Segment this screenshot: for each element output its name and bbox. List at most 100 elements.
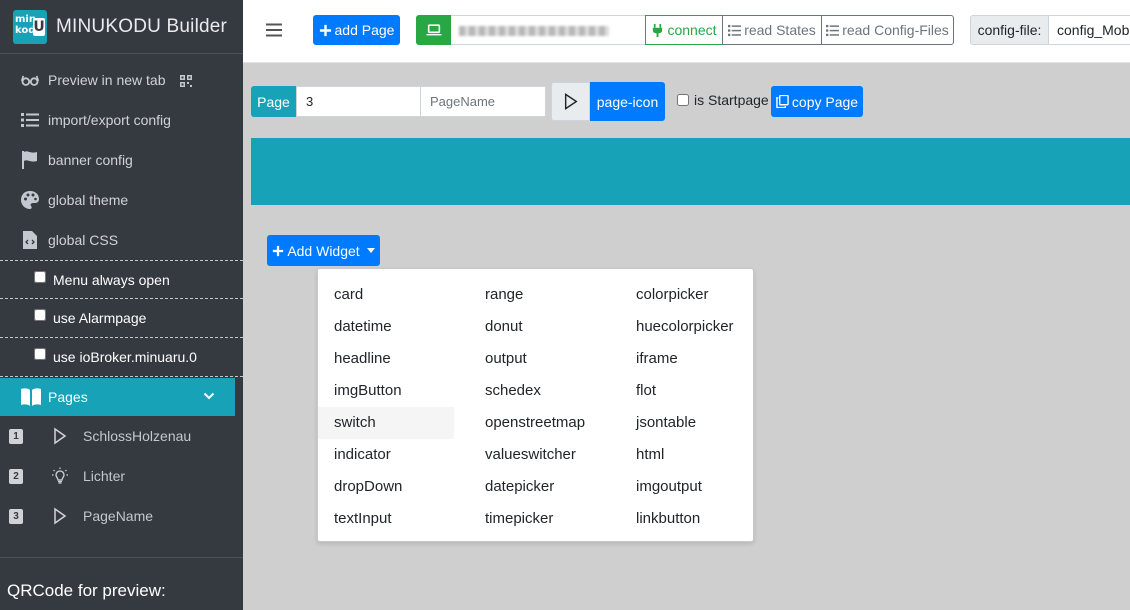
widget-menu-item[interactable]: schedex — [469, 375, 605, 407]
page-number-badge: 2 — [9, 468, 23, 484]
lightbulb-icon — [51, 467, 69, 485]
glasses-icon — [20, 70, 40, 90]
config-file-select[interactable]: config_Mobi — [1048, 15, 1130, 45]
sidebar-item-import-export[interactable]: import/export config — [0, 100, 243, 140]
page-icon-preview — [551, 82, 590, 121]
divider — [0, 557, 243, 558]
menu-always-open-option: Menu always open — [0, 260, 243, 299]
widget-menu-item[interactable]: flot — [620, 375, 756, 407]
sidebar-item-global-theme[interactable]: global theme — [0, 180, 243, 220]
use-alarmpage-checkbox[interactable] — [34, 309, 46, 321]
page-number-input[interactable]: 3 — [296, 86, 421, 117]
page-name: SchlossHolzenau — [83, 428, 192, 444]
use-iobroker-option: use ioBroker.minuaru.0 — [0, 338, 243, 377]
widget-menu-item[interactable]: textInput — [318, 503, 454, 535]
top-navbar: add Page connect read States read Config… — [243, 0, 1130, 63]
page-name: PageName — [83, 508, 154, 524]
sidebar: min kod U MINUKODU Builder Preview in ne… — [0, 0, 243, 610]
page-name: Lichter — [83, 468, 126, 484]
plus-icon — [273, 245, 284, 256]
qrcode-icon — [179, 74, 192, 87]
widget-menu-item[interactable]: donut — [469, 311, 605, 343]
sidebar-item-label: banner config — [48, 152, 133, 168]
play-outline-icon — [51, 507, 69, 525]
sidebar-item-pages[interactable]: Pages — [0, 378, 235, 416]
widget-menu-item[interactable]: timepicker — [469, 503, 605, 535]
read-states-button[interactable]: read States — [722, 15, 822, 45]
widget-menu-item[interactable]: html — [620, 439, 756, 471]
page-name-input[interactable]: PageName — [420, 86, 546, 117]
book-open-icon — [21, 388, 41, 406]
widget-menu-item[interactable]: iframe — [620, 343, 756, 375]
widget-menu-item[interactable]: indicator — [318, 439, 454, 471]
page-list-item[interactable]: 2 Lichter — [0, 456, 243, 496]
page-icon-button[interactable]: page-icon — [590, 82, 665, 121]
sidebar-item-label: Preview in new tab — [48, 72, 166, 88]
config-file-label: config-file: — [970, 15, 1049, 45]
widget-menu-item[interactable]: huecolorpicker — [620, 311, 756, 343]
widget-column-3: colorpicker huecolorpicker iframe flot jsont… — [620, 279, 756, 535]
is-startpage-option: is Startpage — [677, 92, 769, 108]
widget-menu-item[interactable]: openstreetmap — [469, 407, 605, 439]
menu-always-open-checkbox[interactable] — [34, 270, 46, 283]
widget-menu-item[interactable]: linkbutton — [620, 503, 756, 535]
widget-menu-item[interactable]: imgButton — [318, 375, 454, 407]
use-iobroker-checkbox[interactable] — [34, 348, 46, 360]
add-page-button[interactable]: add Page — [313, 15, 400, 45]
page-list-item[interactable]: 1 SchlossHolzenau — [0, 416, 243, 456]
use-alarmpage-option: use Alarmpage — [0, 299, 243, 338]
page-label: Page — [251, 86, 296, 117]
widget-menu-item[interactable]: valueswitcher — [469, 439, 605, 471]
qrcode-title: QRCode for preview: — [7, 581, 166, 600]
sidebar-item-banner-config[interactable]: banner config — [0, 140, 243, 180]
brand[interactable]: min kod U MINUKODU Builder — [0, 0, 243, 54]
list-icon — [20, 110, 40, 130]
widget-menu-item[interactable]: range — [469, 279, 605, 311]
caret-down-icon — [366, 248, 375, 253]
sidebar-item-global-css[interactable]: global CSS — [0, 220, 243, 260]
url-blurred-text — [459, 26, 609, 36]
widget-menu-item[interactable]: switch — [318, 407, 454, 439]
page-banner — [251, 138, 1130, 205]
widget-menu-item[interactable]: imgoutput — [620, 471, 756, 503]
list-icon — [728, 24, 742, 36]
widget-menu-item[interactable]: output — [469, 343, 605, 375]
chevron-down-icon — [203, 392, 215, 400]
app-title: MINUKODU Builder — [56, 15, 228, 37]
plus-icon — [319, 24, 331, 36]
laptop-icon — [425, 23, 442, 35]
server-url-input[interactable] — [451, 15, 646, 45]
read-config-files-button[interactable]: read Config-Files — [821, 15, 954, 45]
page-number-badge: 1 — [9, 428, 23, 444]
palette-icon — [20, 190, 40, 210]
add-widget-button[interactable]: Add Widget — [267, 235, 380, 266]
widget-menu-item[interactable]: headline — [318, 343, 454, 375]
sidebar-item-label: global theme — [48, 192, 129, 208]
add-widget-dropdown: card datetime headline imgButton switch indic… — [317, 268, 754, 542]
hamburger-menu-icon[interactable] — [266, 22, 282, 38]
file-code-icon — [20, 230, 40, 250]
widget-menu-item[interactable]: datepicker — [469, 471, 605, 503]
page-number-badge: 3 — [9, 508, 23, 524]
is-startpage-checkbox[interactable] — [677, 94, 689, 106]
widget-menu-item[interactable]: card — [318, 279, 454, 311]
widget-column-1: card datetime headline imgButton switch indic… — [318, 279, 454, 535]
sidebar-item-preview[interactable]: Preview in new tab — [0, 60, 243, 100]
page-list-item[interactable]: 3 PageName — [0, 496, 243, 536]
sidebar-item-label: global CSS — [48, 232, 119, 248]
widget-menu-item[interactable]: datetime — [318, 311, 454, 343]
brand-logo: min kod U — [13, 9, 47, 44]
play-outline-icon — [564, 93, 578, 110]
copy-icon — [776, 95, 789, 108]
widget-menu-item[interactable]: colorpicker — [620, 279, 756, 311]
sidebar-item-label: import/export config — [48, 112, 171, 128]
widget-menu-item[interactable]: jsontable — [620, 407, 756, 439]
device-button[interactable] — [416, 15, 451, 45]
widget-menu-item[interactable]: dropDown — [318, 471, 454, 503]
connect-button[interactable]: connect — [645, 15, 723, 45]
play-outline-icon — [51, 427, 69, 445]
widget-column-2: range donut output schedex openstreetmap valu… — [469, 279, 605, 535]
copy-page-button[interactable]: copy Page — [771, 86, 863, 117]
plug-icon — [653, 23, 663, 37]
list-icon — [826, 24, 840, 36]
